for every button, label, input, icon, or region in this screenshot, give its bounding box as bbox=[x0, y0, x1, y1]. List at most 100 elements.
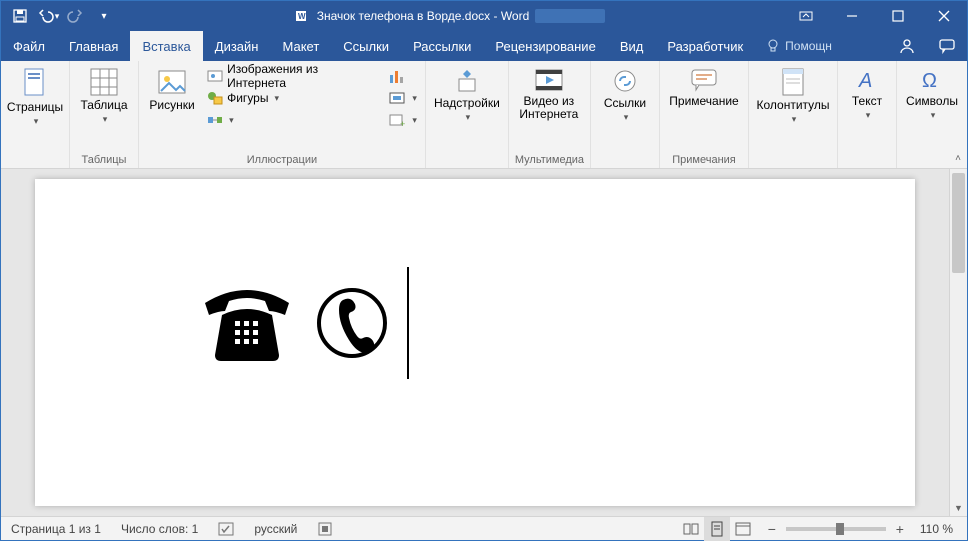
links-button[interactable]: Ссылки▾ bbox=[597, 65, 653, 123]
group-label: Таблицы bbox=[76, 152, 132, 166]
close-button[interactable] bbox=[921, 1, 967, 31]
group-label: Иллюстрации bbox=[145, 152, 419, 166]
zoom-in-button[interactable]: + bbox=[892, 521, 908, 537]
tab-review[interactable]: Рецензирование bbox=[483, 31, 607, 61]
titlebar: ▾ ▾ W Значок телефона в Ворде.docx - Wor… bbox=[1, 1, 967, 31]
zoom-slider-knob[interactable] bbox=[836, 523, 844, 535]
icons-button[interactable]: +▾ bbox=[386, 109, 419, 131]
tell-me-placeholder: Помощн bbox=[785, 39, 832, 53]
read-mode-icon bbox=[683, 522, 699, 536]
group-label bbox=[903, 164, 961, 166]
group-illustrations: Рисунки Изображения из Интернета Фигуры▾… bbox=[139, 61, 426, 168]
text-icon: A bbox=[854, 67, 880, 93]
vertical-scrollbar[interactable]: ▲ ▼ bbox=[949, 169, 967, 516]
language-button[interactable]: русский bbox=[244, 522, 307, 536]
group-label bbox=[844, 164, 890, 166]
scroll-down-button[interactable]: ▼ bbox=[950, 500, 967, 516]
document-content bbox=[197, 267, 409, 379]
scroll-thumb[interactable] bbox=[952, 173, 965, 273]
phone-classic-icon bbox=[197, 283, 297, 363]
read-mode-button[interactable] bbox=[678, 517, 704, 541]
redo-button[interactable] bbox=[63, 4, 89, 28]
title-area: W Значок телефона в Ворде.docx - Word bbox=[117, 8, 783, 24]
tab-layout[interactable]: Макет bbox=[270, 31, 331, 61]
group-label: Мультимедиа bbox=[515, 152, 584, 166]
tab-references[interactable]: Ссылки bbox=[331, 31, 401, 61]
addins-button[interactable]: Надстройки▾ bbox=[432, 65, 502, 123]
zoom-out-button[interactable]: − bbox=[764, 521, 780, 537]
group-media: Видео из Интернета Мультимедиа bbox=[509, 61, 591, 168]
group-addins: Надстройки▾ bbox=[426, 61, 509, 168]
table-button[interactable]: Таблица▾ bbox=[76, 65, 132, 125]
table-icon bbox=[89, 67, 119, 97]
smartart-button[interactable]: ▾ bbox=[205, 109, 376, 131]
ribbon-tabs: Файл Главная Вставка Дизайн Макет Ссылки… bbox=[1, 31, 967, 61]
chart-button[interactable] bbox=[386, 65, 419, 87]
spellcheck-icon bbox=[218, 521, 234, 537]
online-pictures-button[interactable]: Изображения из Интернета bbox=[205, 65, 376, 87]
svg-text:W: W bbox=[298, 12, 306, 21]
group-headerfooter: Колонтитулы▾ bbox=[749, 61, 838, 168]
page-icon bbox=[21, 67, 49, 99]
tab-insert[interactable]: Вставка bbox=[130, 31, 202, 61]
zoom-control: − + 110 % bbox=[756, 521, 967, 537]
document-page[interactable] bbox=[35, 179, 915, 506]
header-footer-button[interactable]: Колонтитулы▾ bbox=[755, 65, 831, 125]
screenshot-button[interactable]: ▾ bbox=[386, 87, 419, 109]
print-layout-icon bbox=[710, 521, 724, 537]
video-icon bbox=[534, 67, 564, 93]
group-label bbox=[7, 164, 63, 166]
word-app-icon: W bbox=[295, 8, 311, 24]
comments-button[interactable] bbox=[927, 31, 967, 61]
tab-home[interactable]: Главная bbox=[57, 31, 130, 61]
zoom-level[interactable]: 110 % bbox=[914, 522, 959, 536]
group-label bbox=[432, 164, 502, 166]
workspace: ▲ ▼ bbox=[1, 169, 967, 516]
headerfooter-icon bbox=[779, 67, 807, 97]
window-controls bbox=[783, 1, 967, 31]
svg-text:+: + bbox=[400, 119, 405, 129]
collapse-ribbon-button[interactable]: ˄ bbox=[955, 153, 961, 164]
web-layout-icon bbox=[735, 522, 751, 536]
document-scroll-area[interactable] bbox=[1, 169, 949, 516]
spellcheck-button[interactable] bbox=[208, 521, 244, 537]
pictures-button[interactable]: Рисунки bbox=[145, 65, 199, 112]
web-layout-button[interactable] bbox=[730, 517, 756, 541]
print-layout-button[interactable] bbox=[704, 517, 730, 541]
tab-design[interactable]: Дизайн bbox=[203, 31, 271, 61]
zoom-slider[interactable] bbox=[786, 527, 886, 531]
qat-customize-button[interactable]: ▾ bbox=[91, 4, 117, 28]
tell-me-input[interactable]: Помощн bbox=[755, 31, 842, 61]
maximize-button[interactable] bbox=[875, 1, 921, 31]
pages-button[interactable]: Страницы▾ bbox=[7, 65, 63, 127]
smartart-icon bbox=[207, 112, 223, 128]
account-placeholder bbox=[535, 9, 605, 23]
tab-developer[interactable]: Разработчик bbox=[655, 31, 755, 61]
macro-icon bbox=[317, 521, 333, 537]
svg-text:Ω: Ω bbox=[922, 70, 937, 92]
text-cursor bbox=[407, 267, 409, 379]
macro-recording-button[interactable] bbox=[307, 521, 343, 537]
ribbon-display-options-button[interactable] bbox=[783, 1, 829, 31]
quick-access-toolbar: ▾ ▾ bbox=[1, 4, 117, 28]
shapes-button[interactable]: Фигуры▾ bbox=[205, 87, 376, 109]
pictures-icon bbox=[157, 67, 187, 97]
online-video-button[interactable]: Видео из Интернета bbox=[515, 65, 583, 121]
statusbar: Страница 1 из 1 Число слов: 1 русский − … bbox=[1, 516, 967, 540]
word-count[interactable]: Число слов: 1 bbox=[111, 522, 208, 536]
minimize-button[interactable] bbox=[829, 1, 875, 31]
group-pages: Страницы▾ bbox=[1, 61, 70, 168]
save-button[interactable] bbox=[7, 4, 33, 28]
addins-icon bbox=[453, 67, 481, 95]
text-button[interactable]: A Текст▾ bbox=[844, 65, 890, 121]
comment-button[interactable]: Примечание bbox=[666, 65, 742, 108]
tab-file[interactable]: Файл bbox=[1, 31, 57, 61]
group-label bbox=[755, 164, 831, 166]
page-info[interactable]: Страница 1 из 1 bbox=[1, 522, 111, 536]
tab-view[interactable]: Вид bbox=[608, 31, 656, 61]
share-button[interactable] bbox=[887, 31, 927, 61]
online-pictures-icon bbox=[207, 68, 223, 84]
tab-mailings[interactable]: Рассылки bbox=[401, 31, 483, 61]
symbols-button[interactable]: Ω Символы▾ bbox=[903, 65, 961, 121]
undo-button[interactable]: ▾ bbox=[35, 4, 61, 28]
